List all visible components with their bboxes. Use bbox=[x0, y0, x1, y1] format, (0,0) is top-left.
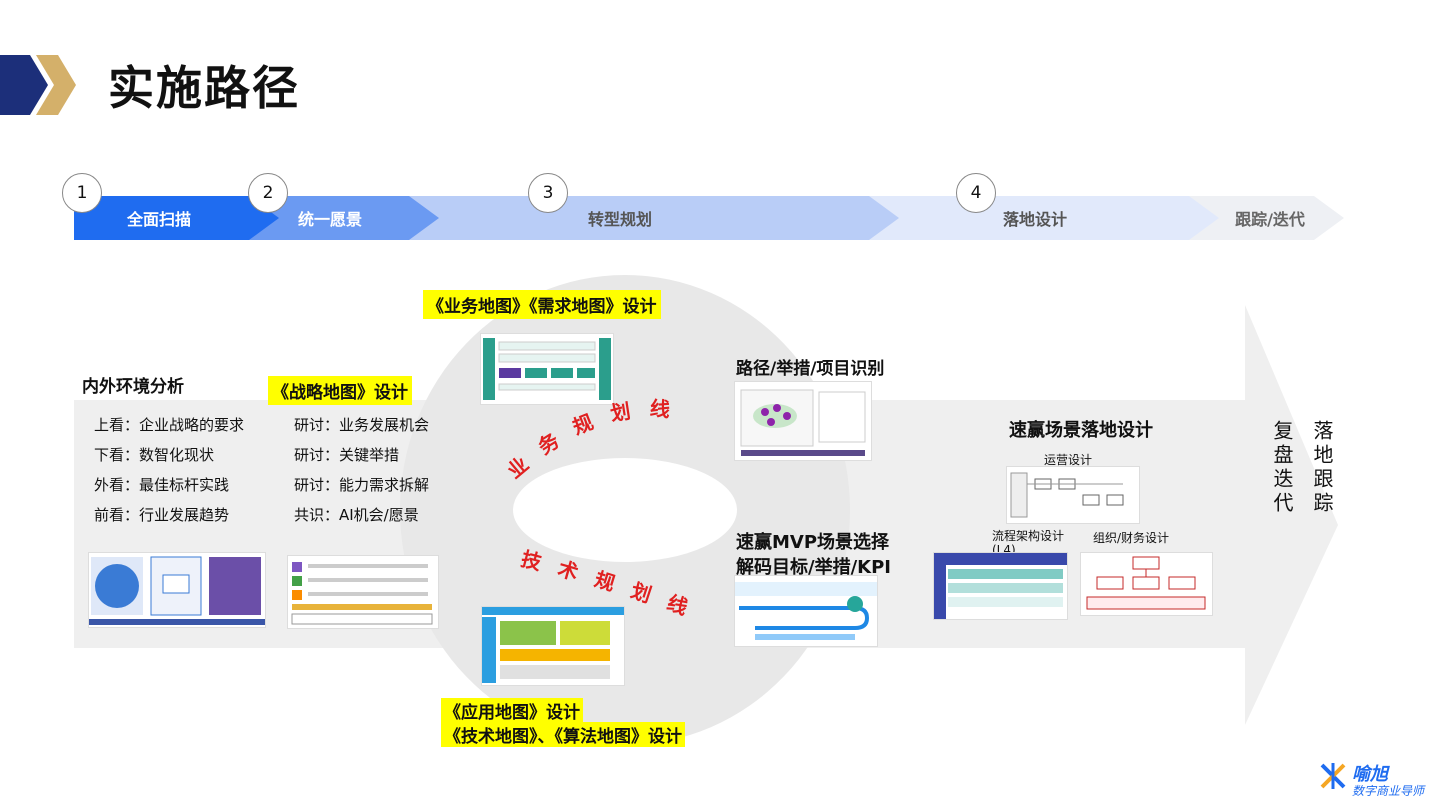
tech-map-heading: 《技术地图》、《算法地图》设计 bbox=[441, 722, 685, 747]
list-item: 研讨：能力需求拆解 bbox=[294, 476, 430, 494]
org-design-thumbnail bbox=[1080, 552, 1213, 616]
path-heading: 路径/举措/项目识别 bbox=[736, 359, 885, 379]
strategy-map-heading: 《战略地图》设计 bbox=[268, 376, 412, 405]
logo-icon bbox=[1320, 763, 1346, 789]
env-analysis-heading: 内外环境分析 bbox=[82, 377, 184, 397]
list-item: 研讨：业务发展机会 bbox=[294, 416, 430, 434]
strategy-map-thumbnail bbox=[287, 555, 439, 629]
logo-tagline: 数字商业导师 bbox=[1352, 784, 1425, 798]
review-label: 复盘迭代 bbox=[1270, 420, 1294, 516]
mvp-heading: 速赢MVP场景选择 bbox=[736, 532, 890, 553]
process-design-title: 流程架构设计 bbox=[992, 529, 1065, 543]
background-arrow bbox=[74, 275, 1338, 745]
list-item: 外看：最佳标杆实践 bbox=[94, 476, 230, 494]
tracking-label: 落地跟踪 bbox=[1310, 420, 1334, 516]
env-analysis-thumbnail bbox=[88, 552, 266, 628]
strategy-list: 研讨：业务发展机会 研讨：关键举措 研讨：能力需求拆解 共识：AI机会/愿景 bbox=[294, 410, 429, 530]
list-item: 研讨：关键举措 bbox=[294, 446, 400, 464]
mvp-thumbnail bbox=[734, 575, 878, 647]
planning-lines: 业务规划线 技术规划线 bbox=[503, 396, 690, 620]
list-item: 前看：行业发展趋势 bbox=[94, 506, 230, 524]
path-thumbnail bbox=[734, 381, 872, 461]
org-design-label: 组织/财务设计 bbox=[1093, 531, 1170, 545]
list-item: 下看：数智化现状 bbox=[94, 446, 215, 464]
app-map-thumbnail bbox=[481, 606, 625, 686]
app-map-heading: 《应用地图》设计 bbox=[441, 698, 583, 723]
business-planning-line-label: 业务规划线 bbox=[503, 396, 689, 483]
business-map-heading: 《业务地图》《需求地图》设计 bbox=[423, 290, 661, 319]
list-item: 上看：企业战略的要求 bbox=[94, 416, 245, 434]
process-design-thumbnail bbox=[933, 552, 1068, 620]
env-analysis-list: 上看：企业战略的要求 下看：数智化现状 外看：最佳标杆实践 前看：行业发展趋势 bbox=[94, 410, 244, 530]
list-item: 共识：AI机会/愿景 bbox=[294, 506, 419, 524]
tracking-review-label: 落地跟踪 复盘迭代 bbox=[1262, 420, 1342, 516]
quick-win-heading: 速赢场景落地设计 bbox=[1009, 420, 1153, 441]
ops-design-thumbnail bbox=[1006, 466, 1140, 524]
